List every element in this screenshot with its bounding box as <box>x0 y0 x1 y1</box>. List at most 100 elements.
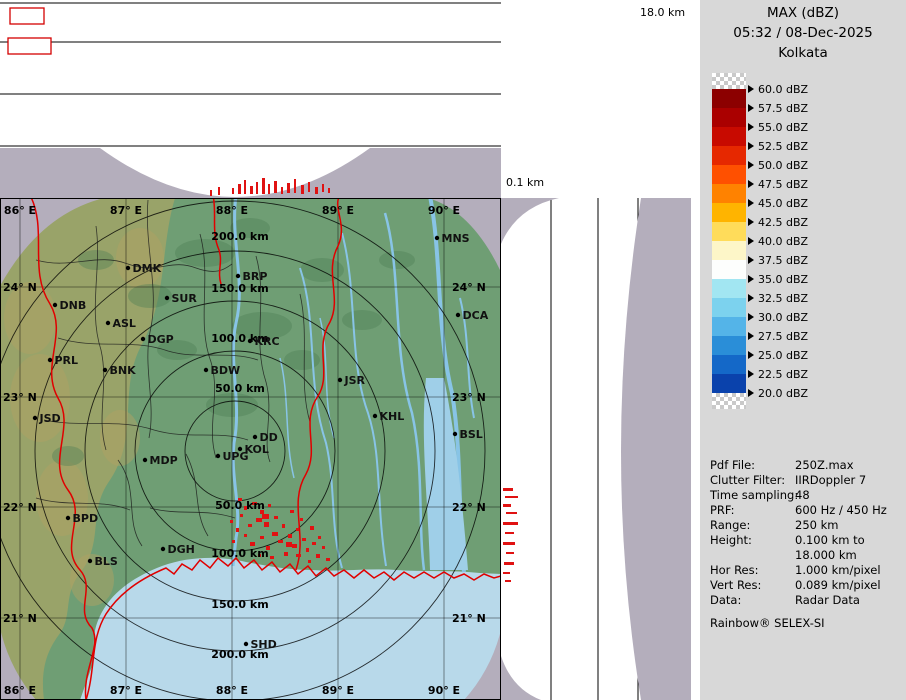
dbz-color-cell <box>712 165 746 184</box>
svg-text:BLS: BLS <box>95 555 118 568</box>
svg-text:JSR: JSR <box>344 374 366 387</box>
svg-text:BNK: BNK <box>110 364 137 377</box>
scale-tick-arrow <box>748 332 754 340</box>
annotation-box <box>8 38 51 54</box>
svg-text:22° N: 22° N <box>452 501 486 514</box>
station-name: Kolkata <box>700 45 906 61</box>
dbz-scale-label: 25.0 dBZ <box>748 348 808 362</box>
svg-text:24° N: 24° N <box>3 281 37 294</box>
info-row: Vert Res:0.089 km/pixel <box>710 578 887 593</box>
svg-text:BSL: BSL <box>460 428 483 441</box>
dbz-colorbar <box>712 73 746 409</box>
dbz-scale-label: 27.5 dBZ <box>748 329 808 343</box>
dbz-scale-label: 60.0 dBZ <box>748 82 808 96</box>
svg-text:21° N: 21° N <box>452 612 486 625</box>
dbz-color-cell <box>712 336 746 355</box>
dbz-scale-label: 35.0 dBZ <box>748 272 808 286</box>
svg-text:21° N: 21° N <box>3 612 37 625</box>
min-height-label: 0.1 km <box>506 176 544 189</box>
dbz-scale-label: 42.5 dBZ <box>748 215 808 229</box>
svg-text:DCA: DCA <box>463 309 489 322</box>
svg-text:PRL: PRL <box>55 354 79 367</box>
dbz-color-cell <box>712 184 746 203</box>
dbz-color-cell <box>712 146 746 165</box>
svg-text:24° N: 24° N <box>452 281 486 294</box>
scale-tick-arrow <box>748 161 754 169</box>
dbz-scale-label: 50.0 dBZ <box>748 158 808 172</box>
dbz-scale-label: 52.5 dBZ <box>748 139 808 153</box>
info-row: Time sampling:48 <box>710 488 887 503</box>
svg-text:150.0 km: 150.0 km <box>211 598 268 611</box>
svg-text:200.0 km: 200.0 km <box>211 230 268 243</box>
dbz-scale-label: 47.5 dBZ <box>748 177 808 191</box>
svg-text:BRP: BRP <box>243 270 268 283</box>
scale-tick-arrow <box>748 104 754 112</box>
radar-map-panel: 200.0 km150.0 km100.0 km50.0 km50.0 km10… <box>0 198 501 700</box>
dbz-color-cell <box>712 279 746 298</box>
dbz-color-cell <box>712 355 746 374</box>
annotation-box <box>10 8 44 24</box>
svg-text:SUR: SUR <box>172 292 198 305</box>
scale-tick-arrow <box>748 294 754 302</box>
scale-tick-arrow <box>748 237 754 245</box>
dbz-scale-label: 57.5 dBZ <box>748 101 808 115</box>
scale-tick-arrow <box>748 85 754 93</box>
scale-tick-arrow <box>748 275 754 283</box>
info-row: Data:Radar Data <box>710 593 887 608</box>
scale-tick-arrow <box>748 256 754 264</box>
scale-tick-arrow <box>748 313 754 321</box>
svg-text:BPD: BPD <box>73 512 99 525</box>
svg-text:MNS: MNS <box>442 232 470 245</box>
svg-text:JSD: JSD <box>39 412 61 425</box>
dbz-scale-label: 30.0 dBZ <box>748 310 808 324</box>
svg-text:88° E: 88° E <box>216 684 248 697</box>
dbz-scale-label: 40.0 dBZ <box>748 234 808 248</box>
svg-text:BDW: BDW <box>211 364 241 377</box>
svg-text:23° N: 23° N <box>452 391 486 404</box>
dbz-scale-label: 55.0 dBZ <box>748 120 808 134</box>
svg-text:DGH: DGH <box>168 543 195 556</box>
dbz-scale-label: 45.0 dBZ <box>748 196 808 210</box>
svg-text:23° N: 23° N <box>3 391 37 404</box>
product-datetime: 05:32 / 08-Dec-2025 <box>700 25 906 41</box>
legend-panel: MAX (dBZ) 05:32 / 08-Dec-2025 Kolkata 60… <box>700 0 906 700</box>
svg-text:KHL: KHL <box>380 410 405 423</box>
dbz-color-cell <box>712 108 746 127</box>
product-title: MAX (dBZ) <box>700 5 906 21</box>
out-of-range-band <box>621 198 691 700</box>
svg-text:50.0 km: 50.0 km <box>215 382 265 395</box>
top-cross-section-panel <box>0 0 501 198</box>
svg-text:150.0 km: 150.0 km <box>211 282 268 295</box>
dbz-scale-label: 32.5 dBZ <box>748 291 808 305</box>
dbz-color-cell <box>712 203 746 222</box>
svg-text:MDP: MDP <box>150 454 178 467</box>
svg-text:50.0 km: 50.0 km <box>215 499 265 512</box>
info-row: Range:250 km <box>710 518 887 533</box>
info-row: Height:0.100 km to <box>710 533 887 548</box>
dbz-color-cells <box>712 89 746 393</box>
svg-text:88° E: 88° E <box>216 204 248 217</box>
dbz-scale-label: 20.0 dBZ <box>748 386 808 400</box>
svg-text:86° E: 86° E <box>4 204 36 217</box>
info-row: Hor Res:1.000 km/pixel <box>710 563 887 578</box>
software-brand: Rainbow® SELEX-SI <box>710 616 825 630</box>
svg-text:89° E: 89° E <box>322 204 354 217</box>
dbz-color-cell <box>712 127 746 146</box>
dbz-scale-label: 22.5 dBZ <box>748 367 808 381</box>
scale-tick-arrow <box>748 351 754 359</box>
svg-text:100.0 km: 100.0 km <box>211 547 268 560</box>
svg-text:DNB: DNB <box>60 299 87 312</box>
max-height-label: 18.0 km <box>640 6 685 19</box>
info-row: Pdf File:250Z.max <box>710 458 887 473</box>
svg-text:KRC: KRC <box>255 335 280 348</box>
scale-tick-arrow <box>748 180 754 188</box>
info-row: 18.000 km <box>710 548 887 563</box>
scale-tick-arrow <box>748 199 754 207</box>
scale-tick-arrow <box>748 389 754 397</box>
above-scale-checker <box>712 73 746 89</box>
svg-text:UPG: UPG <box>223 450 249 463</box>
svg-text:DGP: DGP <box>148 333 174 346</box>
svg-text:87° E: 87° E <box>110 684 142 697</box>
dbz-color-cell <box>712 241 746 260</box>
svg-text:87° E: 87° E <box>110 204 142 217</box>
